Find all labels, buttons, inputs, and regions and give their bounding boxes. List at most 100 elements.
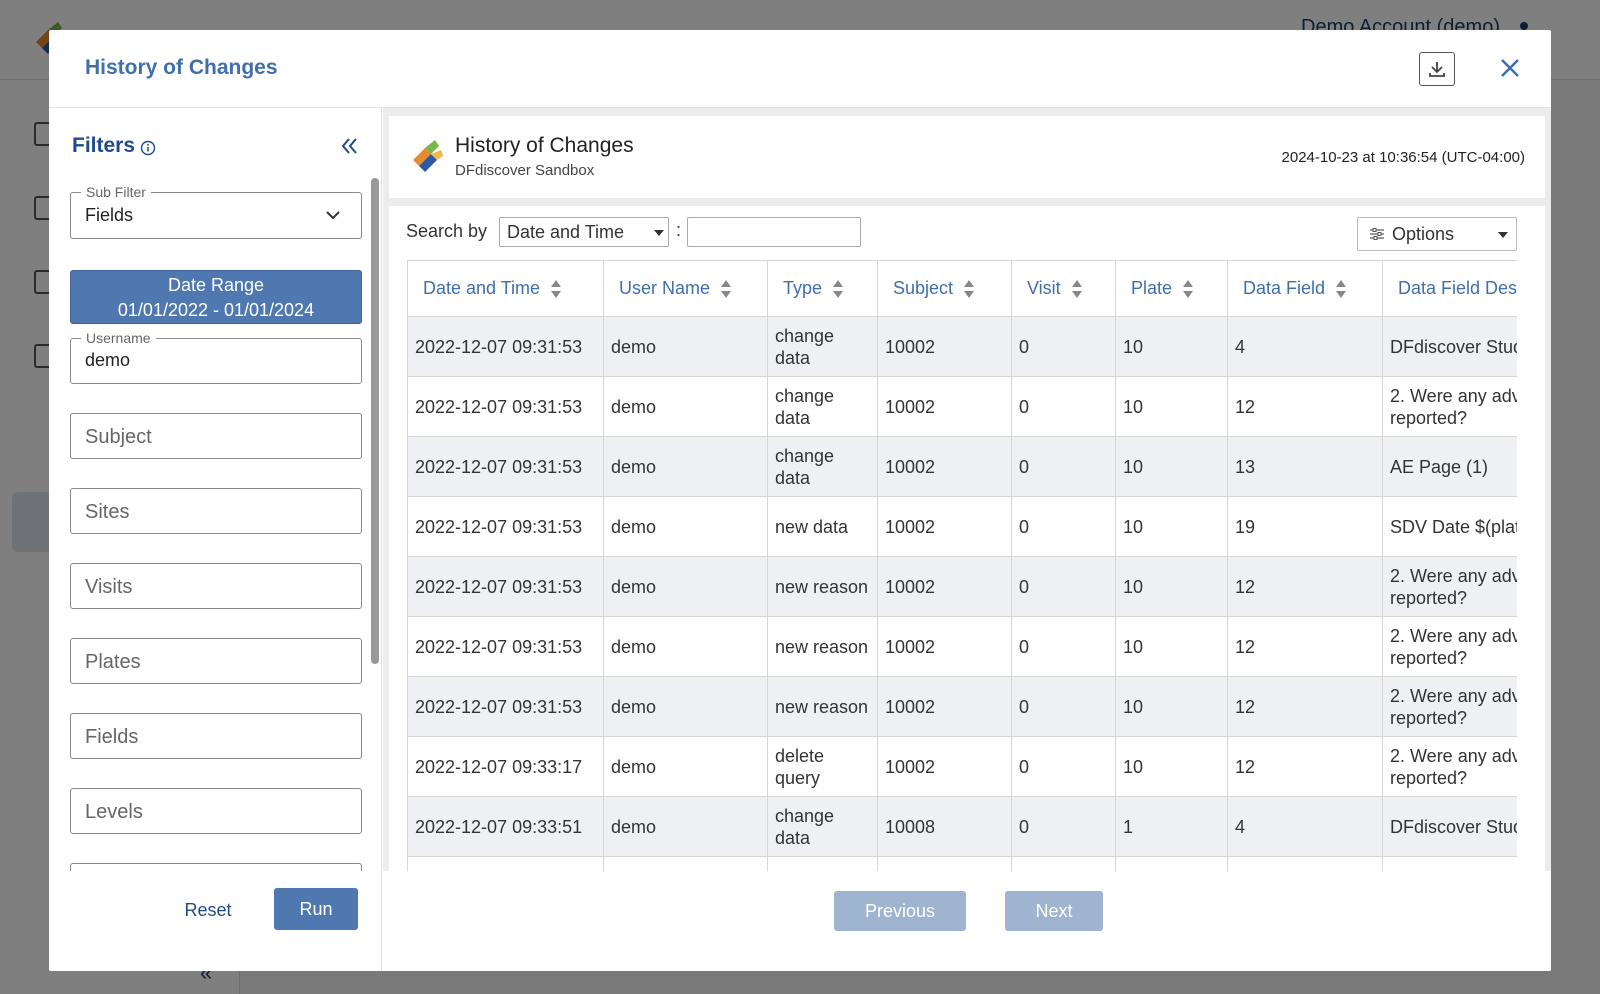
- table-cell: change data: [767, 316, 878, 377]
- table-cell: 10: [1115, 736, 1228, 797]
- plates-field[interactable]: Plates: [70, 638, 362, 684]
- table-cell: 4: [1227, 796, 1383, 857]
- table-cell: new reason: [767, 676, 878, 737]
- previous-button[interactable]: Previous: [834, 891, 966, 931]
- sort-icon[interactable]: [1182, 279, 1194, 299]
- username-value: demo: [85, 350, 131, 370]
- table-row[interactable]: 2022-12-07 09:33:51demonew data100080124…: [407, 856, 1517, 871]
- collapse-filters-icon[interactable]: [339, 136, 361, 156]
- table-row[interactable]: 2022-12-07 09:31:53 demo new reason 10002 0 1…: [407, 676, 1517, 737]
- history-table-container[interactable]: Date and Time User Name Type Subject Visit Pl…: [407, 260, 1517, 871]
- username-legend: Username: [81, 330, 156, 346]
- visits-field[interactable]: Visits: [70, 563, 362, 609]
- run-button[interactable]: Run: [274, 888, 358, 930]
- table-cell: 12: [1227, 556, 1383, 617]
- column-header[interactable]: Data Field: [1227, 260, 1383, 317]
- table-cell: 10: [1115, 616, 1228, 677]
- sort-icon[interactable]: [720, 279, 732, 299]
- table-cell: SDV Date $(plat: [1382, 856, 1517, 871]
- chevron-down-icon: [326, 211, 340, 220]
- sort-icon[interactable]: [832, 279, 844, 299]
- dfdiscover-logo-icon: [413, 140, 443, 172]
- download-button[interactable]: [1419, 52, 1455, 86]
- table-row[interactable]: 2022-12-07 09:33:51 demo change data 10008 0…: [407, 796, 1517, 857]
- table-cell: 12: [1227, 736, 1383, 797]
- table-cell: new data: [767, 496, 878, 557]
- close-button[interactable]: [1494, 52, 1526, 84]
- column-header-label: Data Field: [1243, 277, 1326, 298]
- sort-icon[interactable]: [963, 279, 975, 299]
- sort-icon[interactable]: [550, 279, 562, 299]
- table-row[interactable]: 2022-12-07 09:31:53 demo change data 10002 0…: [407, 436, 1517, 497]
- table-row[interactable]: 2022-12-07 09:31:53 demo new reason 10002 0 1…: [407, 616, 1517, 677]
- fields-field[interactable]: Fields: [70, 713, 362, 759]
- column-header[interactable]: Plate: [1115, 260, 1228, 317]
- levels-placeholder: Levels: [85, 801, 143, 823]
- table-cell: demo: [603, 676, 768, 737]
- table-cell: 0: [1011, 736, 1116, 797]
- table-cell: DFdiscover Stud: [1382, 796, 1517, 857]
- search-field-select[interactable]: Date and Time: [499, 217, 669, 247]
- sort-icon[interactable]: [1071, 279, 1083, 299]
- table-cell: 10002: [877, 556, 1012, 617]
- filters-panel: Filters Sub Filter Fields Date Range 01/…: [49, 108, 382, 971]
- sub-filter-select[interactable]: Sub Filter Fields: [70, 184, 362, 239]
- table-cell: 10002: [877, 616, 1012, 677]
- options-button[interactable]: Options: [1357, 217, 1517, 251]
- table-cell: DFdiscover Stud: [1382, 316, 1517, 377]
- column-header[interactable]: Data Field Desc: [1382, 260, 1517, 317]
- next-filter-field-partial[interactable]: [70, 863, 362, 871]
- table-cell: 0: [1011, 376, 1116, 437]
- table-cell: 24: [1227, 856, 1383, 871]
- table-cell: 2. Were any adv reported?: [1382, 616, 1517, 677]
- table-cell: change data: [767, 796, 878, 857]
- table-row[interactable]: 2022-12-07 09:31:53 demo change data 10002 0…: [407, 316, 1517, 377]
- table-cell: change data: [767, 436, 878, 497]
- username-field[interactable]: Username demo: [70, 330, 362, 384]
- levels-field[interactable]: Levels: [70, 788, 362, 834]
- subject-field[interactable]: Subject: [70, 413, 362, 459]
- table-cell: 2022-12-07 09:31:53: [407, 616, 604, 677]
- table-cell: 0: [1011, 616, 1116, 677]
- sites-placeholder: Sites: [85, 501, 130, 523]
- column-header[interactable]: Subject: [877, 260, 1012, 317]
- history-of-changes-modal: History of Changes Filters Sub Filter Fi…: [49, 30, 1551, 971]
- search-input[interactable]: [687, 217, 861, 247]
- table-cell: 10002: [877, 496, 1012, 557]
- table-cell: 10: [1115, 556, 1228, 617]
- table-row[interactable]: 2022-12-07 09:31:53 demo new reason 10002 0 1…: [407, 556, 1517, 617]
- filters-scrollbar[interactable]: [371, 178, 379, 664]
- table-row[interactable]: 2022-12-07 09:33:17 demo delete query 10002…: [407, 736, 1517, 797]
- date-range-button[interactable]: Date Range 01/01/2022 - 01/01/2024: [70, 270, 362, 324]
- table-cell: change data: [767, 376, 878, 437]
- report-generated-date: 2024-10-23 at 10:36:54 (UTC-04:00): [1281, 149, 1525, 166]
- table-cell: 10002: [877, 316, 1012, 377]
- table-cell: 10: [1115, 676, 1228, 737]
- next-button[interactable]: Next: [1005, 891, 1103, 931]
- table-cell: 2022-12-07 09:33:17: [407, 736, 604, 797]
- column-header[interactable]: User Name: [603, 260, 768, 317]
- table-cell: 2022-12-07 09:31:53: [407, 496, 604, 557]
- table-cell: 2022-12-07 09:31:53: [407, 436, 604, 497]
- report-title: History of Changes: [455, 134, 634, 157]
- table-cell: 0: [1011, 316, 1116, 377]
- sub-filter-legend: Sub Filter: [81, 184, 151, 200]
- table-cell: 0: [1011, 496, 1116, 557]
- column-header-label: Date and Time: [423, 277, 541, 298]
- column-header[interactable]: Date and Time: [407, 260, 604, 317]
- column-header[interactable]: Type: [767, 260, 878, 317]
- reset-button[interactable]: Reset: [173, 892, 243, 928]
- table-cell: demo: [603, 736, 768, 797]
- table-header-row: Date and Time User Name Type Subject Visit Pl…: [407, 260, 1517, 317]
- table-cell: 10: [1115, 496, 1228, 557]
- sort-icon[interactable]: [1335, 279, 1347, 299]
- column-header[interactable]: Visit: [1011, 260, 1116, 317]
- table-row[interactable]: 2022-12-07 09:31:53 demo change data 10002 0…: [407, 376, 1517, 437]
- table-row[interactable]: 2022-12-07 09:31:53 demo new data 10002 0 10 1…: [407, 496, 1517, 557]
- sites-field[interactable]: Sites: [70, 488, 362, 534]
- table-cell: 10002: [877, 736, 1012, 797]
- table-cell: demo: [603, 496, 768, 557]
- table-cell: 2022-12-07 09:33:51: [407, 856, 604, 871]
- info-icon[interactable]: [140, 140, 156, 156]
- table-cell: demo: [603, 376, 768, 437]
